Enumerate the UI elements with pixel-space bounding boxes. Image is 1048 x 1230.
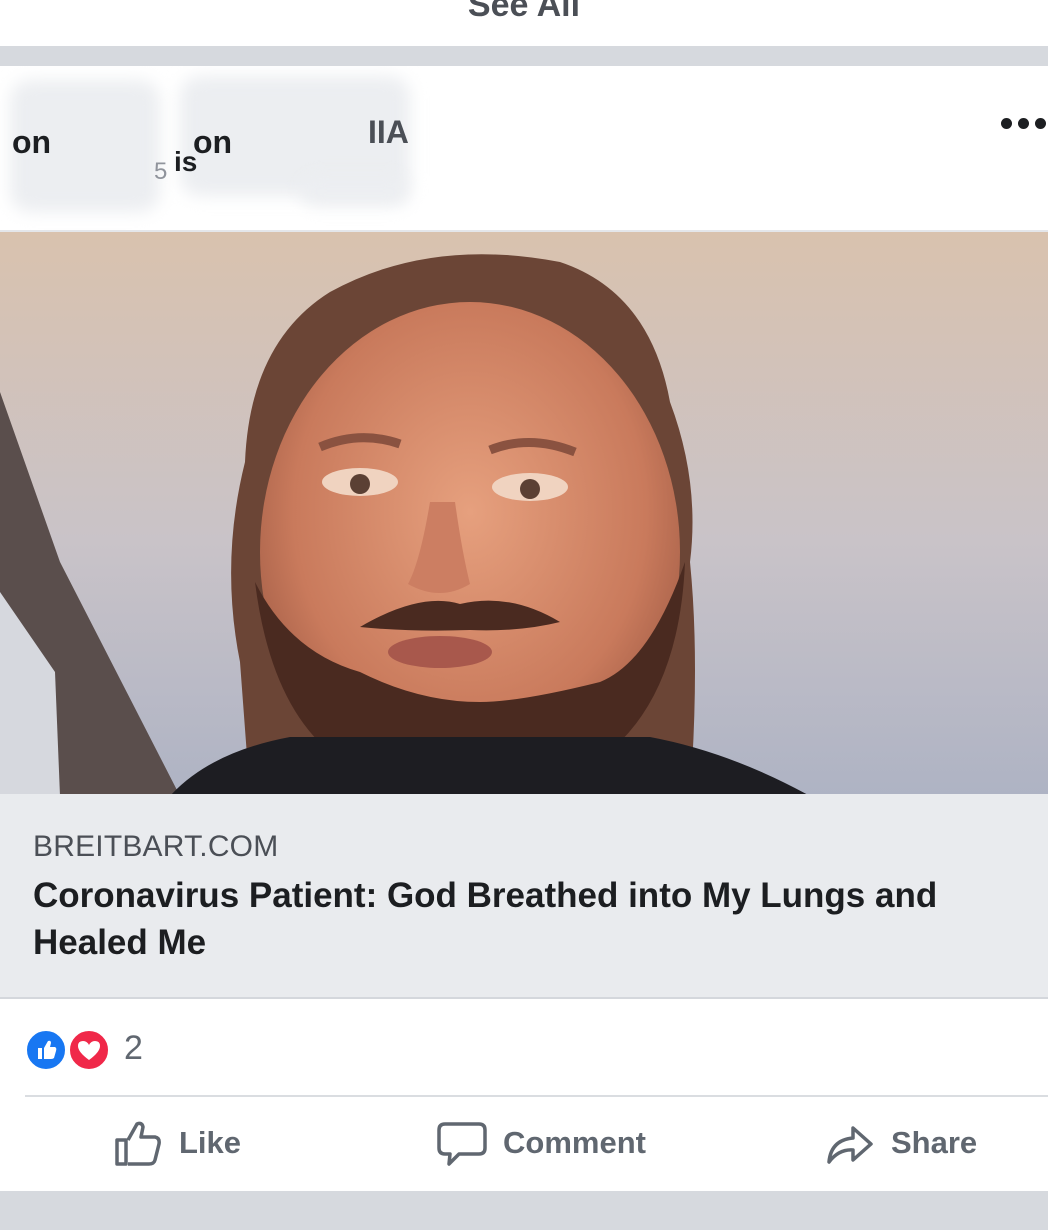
more-options-icon[interactable]: [1001, 118, 1046, 129]
post-actions-bar: Like Comment Share: [0, 1097, 1048, 1191]
speech-bubble-icon: [437, 1122, 487, 1166]
like-button[interactable]: Like: [113, 1117, 241, 1169]
love-reaction-icon: [68, 1029, 110, 1071]
reaction-count[interactable]: 2: [124, 1029, 143, 1068]
share-arrow-icon: [827, 1126, 873, 1164]
reactions-summary[interactable]: 2: [0, 999, 1048, 1097]
post-author-fragment: IIA: [368, 114, 409, 150]
feed-divider-bottom: [0, 1191, 1048, 1230]
comment-button[interactable]: Comment: [437, 1117, 646, 1169]
like-label: Like: [179, 1125, 242, 1160]
man-with-beard-image: [0, 232, 1048, 794]
like-reaction-icon: [25, 1029, 67, 1071]
see-all-bar: See All: [0, 0, 1048, 46]
link-headline: Coronavirus Patient: God Breathed into M…: [33, 876, 938, 962]
post-author-fragment: on: [193, 124, 233, 160]
link-domain: BREITBART.COM: [33, 830, 279, 863]
redacted-meta: [300, 176, 410, 206]
post-header: on on is 5 IIA: [0, 66, 1048, 230]
post-author-fragment: is: [174, 146, 198, 177]
link-preview-image[interactable]: [0, 230, 1048, 794]
feed-divider: [0, 46, 1048, 66]
comment-label: Comment: [503, 1125, 646, 1160]
see-all-link[interactable]: See All: [0, 0, 1048, 25]
post-author-fragment: on: [12, 124, 52, 160]
post-meta-fragment: 5: [154, 158, 168, 185]
share-button[interactable]: Share: [825, 1117, 977, 1169]
link-preview-card[interactable]: BREITBART.COM Coronavirus Patient: God B…: [0, 794, 1048, 999]
share-label: Share: [891, 1125, 978, 1160]
thumbs-up-icon: [115, 1121, 161, 1166]
